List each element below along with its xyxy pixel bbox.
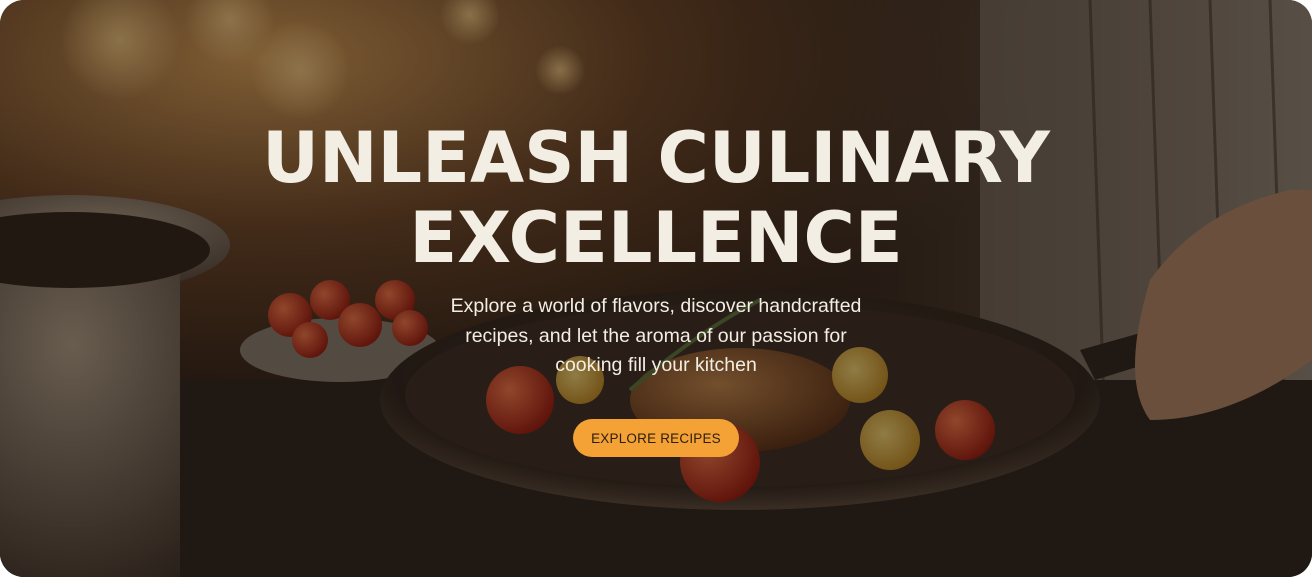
hero-title-line-2: EXCELLENCE	[409, 197, 903, 279]
hero-banner: UNLEASH CULINARY EXCELLENCE Explore a wo…	[0, 0, 1312, 577]
hero-subtitle: Explore a world of flavors, discover han…	[450, 295, 862, 376]
explore-recipes-button[interactable]: EXPLORE RECIPES	[573, 419, 739, 457]
hero-title-line-1: UNLEASH CULINARY	[262, 117, 1050, 199]
hero-title: UNLEASH CULINARY EXCELLENCE	[156, 118, 1156, 278]
hero-content: UNLEASH CULINARY EXCELLENCE Explore a wo…	[0, 0, 1312, 577]
